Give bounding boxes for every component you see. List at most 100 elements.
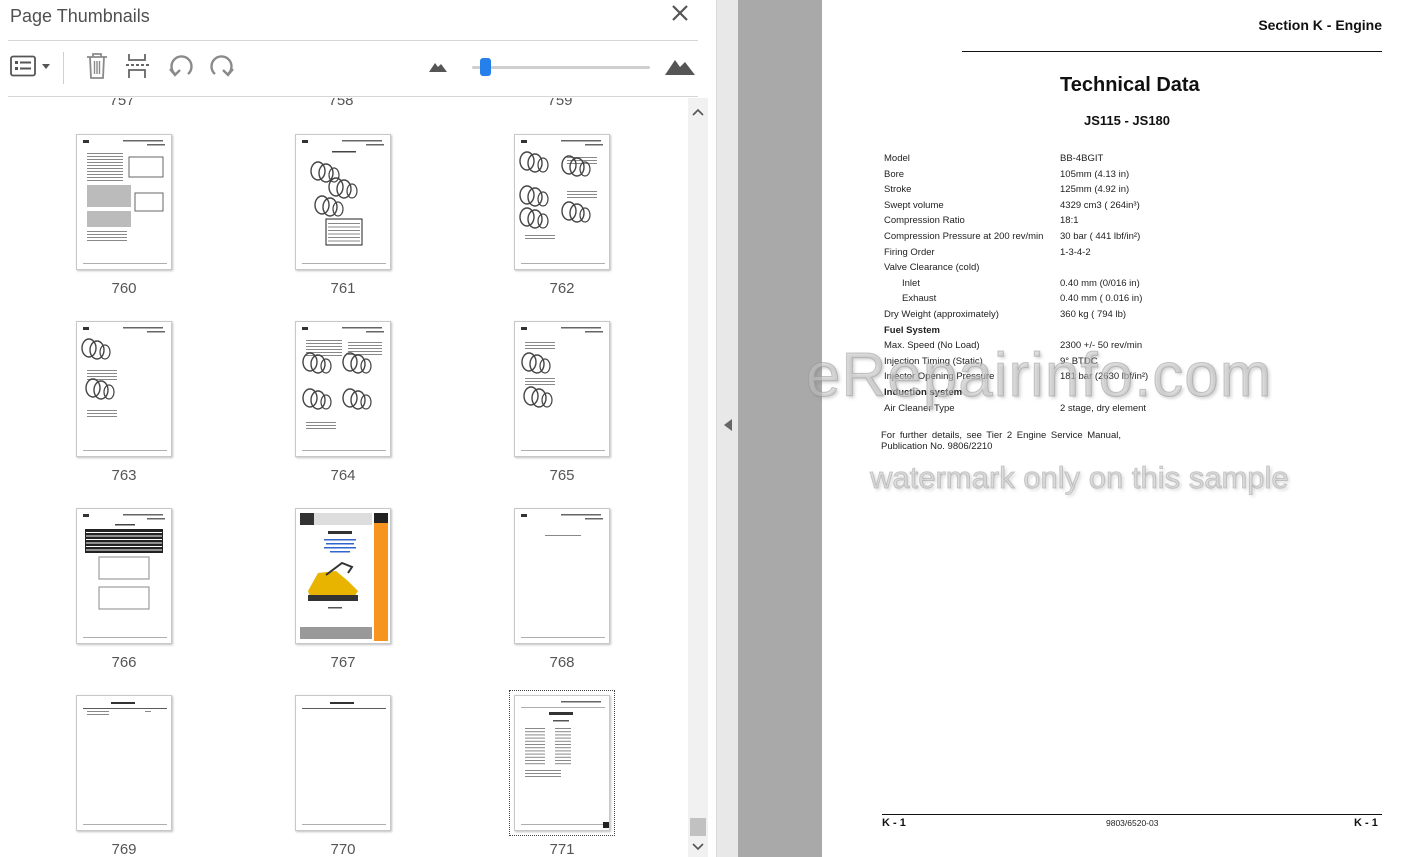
panel-title: Page Thumbnails — [10, 6, 150, 26]
divider — [8, 96, 698, 97]
thumbnail-item[interactable]: 760 — [76, 134, 176, 304]
delete-page-button[interactable] — [82, 52, 112, 84]
divider — [8, 40, 698, 41]
spec-row: Exhaust 0.40 mm ( 0.016 in) — [884, 293, 1304, 308]
thumbnail-item[interactable]: 767 — [295, 508, 395, 678]
slider-thumb[interactable] — [480, 58, 491, 76]
page-number: 758 — [328, 98, 354, 109]
page-number: 767 — [330, 654, 356, 671]
thumbnail-page-image[interactable] — [514, 321, 610, 457]
spec-value: 18:1 — [1060, 215, 1079, 227]
page-number: 765 — [549, 467, 575, 484]
spec-label: Compression Ratio — [884, 215, 965, 227]
page-number: 759 — [547, 98, 573, 109]
panel-splitter[interactable] — [716, 0, 738, 857]
thumbnail-scrollbar[interactable] — [688, 98, 708, 857]
spec-row: Inlet 0.40 mm (0/016 in) — [884, 278, 1304, 293]
thumbnail-page-image[interactable] — [514, 508, 610, 644]
footer-publication: 9803/6520-03 — [1106, 818, 1159, 828]
scrollbar-thumb[interactable] — [690, 818, 706, 836]
spec-label: Bore — [884, 168, 905, 180]
thumbnail-item[interactable]: 770 — [295, 695, 395, 857]
panel-header: Page Thumbnails — [0, 0, 716, 40]
spec-label: Compression Pressure at 200 rev/min — [884, 231, 1044, 242]
spec-value: 30 bar ( 441 lbf/in²) — [1060, 231, 1141, 242]
scroll-down-button[interactable] — [688, 839, 708, 855]
thumbnail-page-image[interactable] — [76, 321, 172, 457]
page-number: 760 — [111, 280, 137, 297]
spec-row: Compression Ratio 18:1 — [884, 215, 1304, 230]
thumbnail-page-image[interactable] — [76, 508, 172, 644]
page-number: 761 — [330, 280, 356, 297]
thumbnail-item[interactable]: 764 — [295, 321, 395, 491]
thumbnail-item[interactable]: 766 — [76, 508, 176, 678]
chevron-up-icon — [692, 103, 704, 121]
thumbnail-options-icon — [10, 55, 52, 82]
rotate-clockwise-button[interactable] — [207, 52, 237, 84]
spec-label: Valve Clearance (cold) — [884, 262, 980, 274]
spec-value: 125mm (4.92 in) — [1060, 184, 1130, 196]
thumbnail-item[interactable]: 769 — [76, 695, 176, 857]
thumbnail-page-image[interactable] — [295, 695, 391, 831]
page-number: 763 — [111, 467, 137, 484]
page-number: 769 — [111, 841, 137, 857]
footer-page-right: K - 1 — [1354, 817, 1378, 829]
page-number: 771 — [549, 841, 575, 857]
spec-value: 105mm (4.13 in) — [1060, 168, 1130, 180]
zoom-out-mountain-icon — [428, 59, 448, 78]
rotate-counterclockwise-icon — [167, 52, 195, 85]
zoom-out-button[interactable] — [427, 52, 449, 84]
page-number: 757 — [109, 98, 135, 109]
thumbnail-page-image[interactable] — [295, 134, 391, 270]
thumbnail-page-image[interactable] — [509, 690, 615, 836]
thumbnail-page-image[interactable] — [514, 134, 610, 270]
collapse-panel-button[interactable] — [722, 418, 734, 436]
thumbnail-item[interactable]: 768 — [514, 508, 614, 678]
spec-row: Model BB-4BGIT — [884, 153, 1304, 168]
spec-value: BB-4BGIT — [1060, 153, 1104, 164]
thumbnail-item[interactable]: 765 — [514, 321, 614, 491]
insert-page-button[interactable] — [122, 52, 154, 84]
spec-section-heading: Induction system — [884, 387, 1304, 402]
spec-row: Injector Opening Pressure 181 bar (2630 l… — [884, 371, 1304, 386]
spec-label: Max. Speed (No Load) — [884, 340, 980, 352]
spec-row: Air Cleaner Type 2 stage, dry element — [884, 403, 1304, 418]
spec-value: 0.40 mm ( 0.016 in) — [1060, 293, 1143, 305]
triangle-left-icon — [723, 418, 733, 437]
spec-row: Max. Speed (No Load) 2300 +/- 50 rev/min — [884, 340, 1304, 355]
thumbnail-options-button[interactable] — [10, 52, 52, 84]
spec-row: Dry Weight (approximately) 360 kg ( 794 l… — [884, 309, 1304, 324]
spec-label: Swept volume — [884, 199, 944, 211]
spec-label: Firing Order — [884, 246, 935, 258]
scroll-up-button[interactable] — [688, 104, 708, 120]
thumbnail-toolbar — [0, 42, 716, 94]
footer-rule — [882, 814, 1382, 815]
toolbar-separator — [63, 52, 64, 84]
thumbnail-item[interactable]: 762 — [514, 134, 614, 304]
zoom-in-mountain-icon — [664, 56, 696, 81]
rotate-counterclockwise-button[interactable] — [166, 52, 196, 84]
insert-page-icon — [124, 52, 152, 85]
header-rule — [962, 51, 1382, 52]
spec-value: 1-3-4-2 — [1060, 246, 1091, 258]
thumbnail-page-image[interactable] — [76, 695, 172, 831]
thumbnail-page-image[interactable] — [295, 321, 391, 457]
thumbnail-item[interactable]: 771 — [509, 690, 615, 857]
close-panel-button[interactable] — [666, 2, 694, 28]
spec-row: Valve Clearance (cold) — [884, 262, 1304, 277]
spec-value: 4329 cm3 ( 264in³) — [1060, 199, 1140, 211]
thumbnail-grid: 757 758 759 760 761 762 763 764 765 766 767 768 7… — [0, 98, 688, 857]
delete-page-icon — [84, 52, 110, 85]
thumbnail-page-image[interactable] — [295, 508, 391, 644]
spec-label: Stroke — [884, 184, 912, 196]
page-number: 768 — [549, 654, 575, 671]
spec-label: Inlet — [902, 277, 920, 289]
thumbnail-page-image[interactable] — [76, 134, 172, 270]
zoom-in-button[interactable] — [662, 52, 698, 84]
thumbnail-zoom-slider[interactable] — [472, 58, 650, 76]
thumbnail-item[interactable]: 763 — [76, 321, 176, 491]
spec-row: Bore 105mm (4.13 in) — [884, 169, 1304, 184]
slider-track — [472, 66, 650, 69]
spec-value: 360 kg ( 794 lb) — [1060, 309, 1127, 320]
thumbnail-item[interactable]: 761 — [295, 134, 395, 304]
